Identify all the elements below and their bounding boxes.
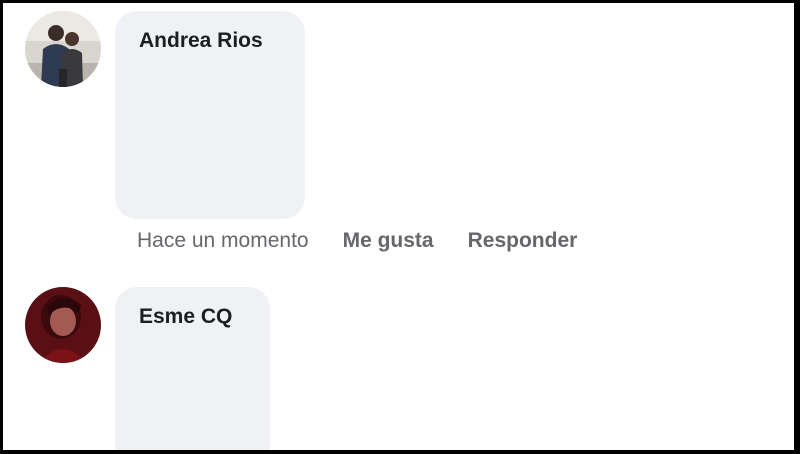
- comment-author-name[interactable]: Esme CQ: [139, 305, 232, 329]
- comments-panel: Andrea Rios Hace un momento Me gusta Res…: [3, 3, 794, 450]
- comment-bubble: Esme CQ: [115, 287, 270, 450]
- comment-bubble: Andrea Rios: [115, 11, 305, 219]
- comment-timestamp[interactable]: Hace un momento: [137, 229, 309, 253]
- reply-button[interactable]: Responder: [468, 229, 578, 253]
- comment-actions: Hace un momento Me gusta Responder: [137, 227, 577, 255]
- comment-author-name[interactable]: Andrea Rios: [139, 29, 263, 53]
- avatar-icon[interactable]: [25, 287, 101, 363]
- avatar-icon[interactable]: [25, 11, 101, 87]
- like-button[interactable]: Me gusta: [343, 229, 434, 253]
